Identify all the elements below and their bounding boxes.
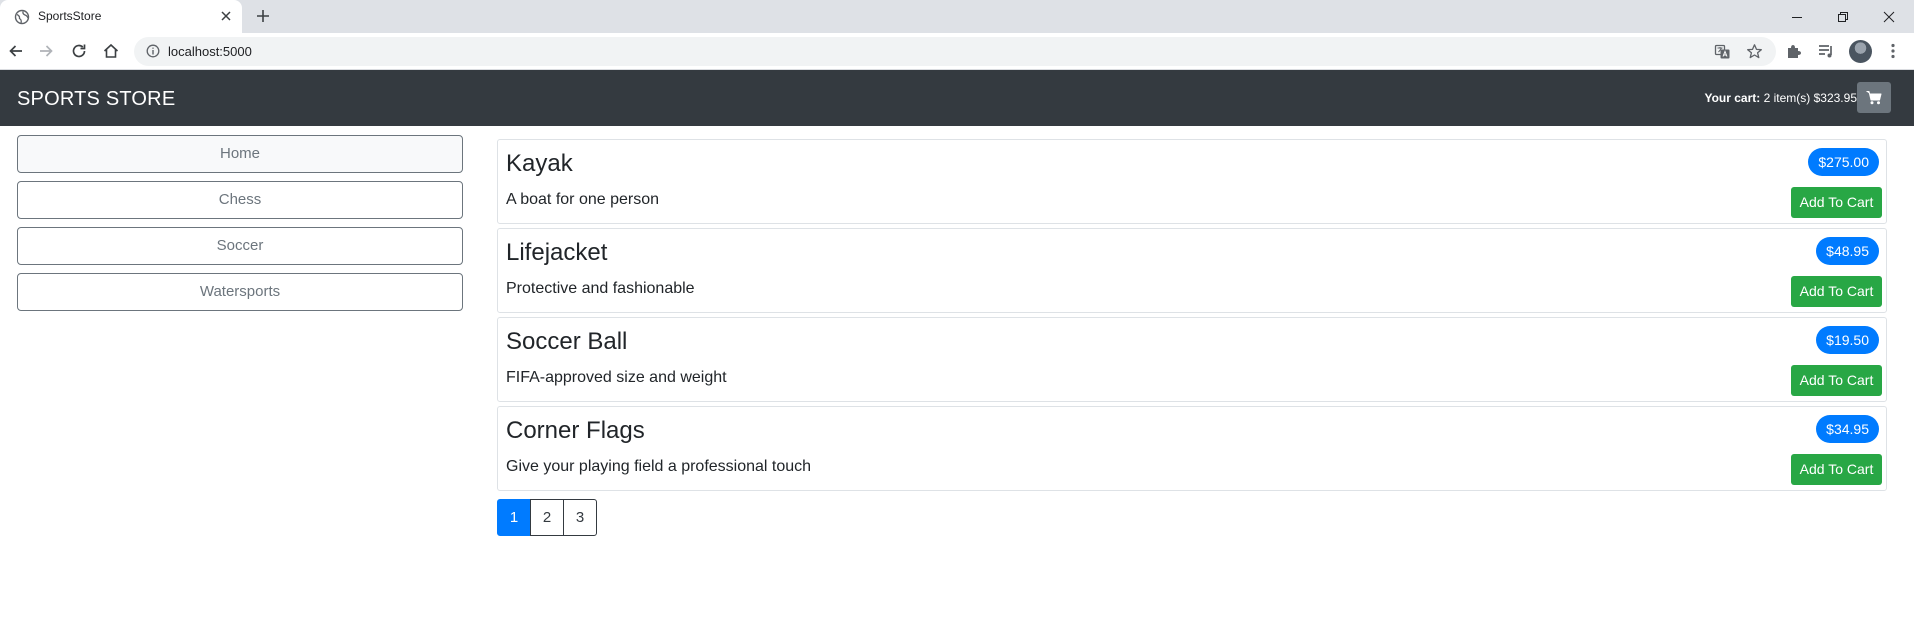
page-button-3[interactable]: 3 [563, 499, 597, 536]
cart-summary: Your cart: 2 item(s) $323.95 [1704, 90, 1857, 106]
close-icon [1883, 11, 1895, 22]
add-to-cart-button[interactable]: Add To Cart [1791, 276, 1882, 307]
url-text: localhost:5000 [168, 44, 252, 59]
add-to-cart-button[interactable]: Add To Cart [1791, 365, 1882, 396]
price-badge: $19.50 [1816, 326, 1879, 354]
pagination: 1 2 3 [497, 499, 597, 536]
cart-summary-text: 2 item(s) $323.95 [1763, 91, 1857, 105]
page-button-1[interactable]: 1 [497, 499, 531, 536]
product-card: Lifejacket $48.95 Protective and fashion… [497, 228, 1887, 313]
brand-title[interactable]: SPORTS STORE [17, 88, 175, 110]
category-button-soccer[interactable]: Soccer [17, 227, 463, 265]
category-button-home[interactable]: Home [17, 135, 463, 173]
product-name: Corner Flags [506, 417, 645, 444]
product-card: Corner Flags $34.95 Give your playing fi… [497, 406, 1887, 491]
shopping-cart-icon [1866, 91, 1882, 105]
new-tab-icon[interactable] [254, 7, 272, 25]
forward-arrow-icon[interactable] [37, 42, 55, 60]
price-badge: $34.95 [1816, 415, 1879, 443]
reload-icon[interactable] [70, 42, 88, 60]
tab-title: SportsStore [38, 9, 102, 23]
reading-list-icon[interactable] [1817, 42, 1835, 60]
browser-tabstrip: SportsStore [0, 0, 1914, 33]
price-badge: $275.00 [1808, 148, 1879, 176]
translate-icon[interactable] [1714, 43, 1731, 60]
add-to-cart-button[interactable]: Add To Cart [1791, 454, 1882, 485]
info-icon[interactable] [146, 44, 160, 58]
product-card: Kayak $275.00 A boat for one person Add … [497, 139, 1887, 224]
product-description: Give your playing field a professional t… [506, 458, 812, 475]
address-bar[interactable]: localhost:5000 [134, 37, 1776, 66]
page-button-2[interactable]: 2 [530, 499, 564, 536]
add-to-cart-button[interactable]: Add To Cart [1791, 187, 1882, 218]
product-name: Lifejacket [506, 239, 608, 266]
bookmark-star-icon[interactable] [1746, 43, 1763, 60]
home-icon[interactable] [102, 42, 120, 60]
restore-button[interactable] [1820, 0, 1866, 33]
product-name: Kayak [506, 150, 573, 177]
price-badge: $48.95 [1816, 237, 1879, 265]
minimize-icon [1792, 16, 1802, 18]
profile-avatar[interactable] [1849, 40, 1872, 63]
extensions-puzzle-icon[interactable] [1785, 42, 1803, 60]
product-card: Soccer Ball $19.50 FIFA-approved size an… [497, 317, 1887, 402]
product-description: A boat for one person [506, 191, 659, 208]
store-navbar: SPORTS STORE Your cart: 2 item(s) $323.9… [0, 70, 1914, 126]
category-button-chess[interactable]: Chess [17, 181, 463, 219]
globe-icon [14, 9, 30, 25]
back-arrow-icon[interactable] [7, 42, 25, 60]
minimize-button[interactable] [1774, 0, 1820, 33]
cart-button[interactable] [1857, 82, 1891, 113]
close-tab-icon[interactable] [218, 8, 234, 24]
browser-toolbar: localhost:5000 [0, 33, 1914, 70]
product-name: Soccer Ball [506, 328, 628, 355]
close-window-button[interactable] [1866, 0, 1912, 33]
restore-icon [1838, 11, 1848, 22]
browser-tab[interactable]: SportsStore [0, 0, 242, 33]
cart-label: Your cart: [1704, 91, 1761, 105]
product-description: Protective and fashionable [506, 280, 695, 297]
product-description: FIFA-approved size and weight [506, 369, 727, 386]
category-button-watersports[interactable]: Watersports [17, 273, 463, 311]
more-menu-icon[interactable] [1884, 42, 1902, 60]
